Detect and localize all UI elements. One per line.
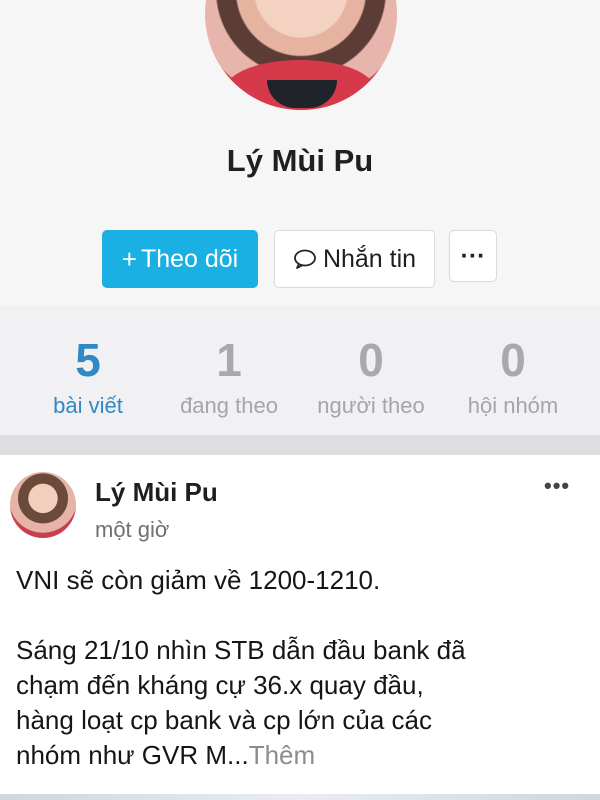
more-options-icon: ···	[460, 241, 486, 270]
post-menu-icon[interactable]: •••	[544, 473, 570, 499]
post-author-name[interactable]: Lý Mùi Pu	[95, 477, 218, 508]
stat-following-label: đang theo	[180, 393, 278, 418]
post-line: hàng loạt cp bank và cp lớn của các	[16, 705, 432, 735]
stat-groups-label: hội nhóm	[467, 393, 559, 418]
stat-posts-label: bài viết	[53, 393, 123, 418]
stat-followers-label: người theo	[317, 393, 425, 418]
stat-groups[interactable]: 0 hội nhóm	[443, 333, 583, 419]
post-line-last: nhóm như GVR M...Thêm	[16, 738, 586, 773]
follow-label: Theo dõi	[140, 244, 239, 273]
message-button[interactable]: Nhắn tin	[274, 230, 435, 288]
message-label: Nhắn tin	[322, 244, 417, 273]
see-more-link[interactable]: Thêm	[249, 740, 315, 770]
stat-posts-value: 5	[75, 334, 101, 386]
post-card: Lý Mùi Pu một giờ ••• VNI sẽ còn giảm về…	[0, 455, 600, 800]
post-line: VNI sẽ còn giảm về 1200-1210.	[16, 565, 381, 595]
stat-groups-value: 0	[500, 334, 526, 386]
more-options-button[interactable]: ···	[449, 230, 497, 282]
stat-followers[interactable]: 0 người theo	[301, 333, 441, 419]
plus-icon: +	[121, 243, 137, 274]
post-line: chạm đến kháng cự 36.x quay đầu,	[16, 670, 424, 700]
post-content: VNI sẽ còn giảm về 1200-1210. Sáng 21/10…	[16, 563, 586, 773]
profile-name: Lý Mùi Pu	[226, 143, 374, 178]
next-post-preview	[0, 794, 600, 800]
follow-button[interactable]: + Theo dõi	[102, 230, 258, 288]
chat-bubble-icon	[294, 249, 316, 269]
post-author-avatar[interactable]	[10, 472, 76, 538]
post-timestamp: một giờ	[95, 517, 170, 542]
stat-followers-value: 0	[358, 334, 384, 386]
post-line-text: nhóm như GVR M...	[16, 740, 249, 770]
stat-following-value: 1	[216, 334, 242, 386]
post-line: Sáng 21/10 nhìn STB dẫn đầu bank đã	[16, 635, 466, 665]
profile-header: Lý Mùi Pu + Theo dõi Nhắn tin ···	[0, 0, 600, 305]
post-paragraph-gap	[16, 598, 586, 633]
profile-stats: 5 bài viết 1 đang theo 0 người theo 0 hộ…	[0, 305, 600, 435]
stat-posts[interactable]: 5 bài viết	[18, 333, 158, 419]
section-divider	[0, 435, 600, 455]
stat-following[interactable]: 1 đang theo	[159, 333, 299, 419]
profile-avatar[interactable]	[205, 0, 397, 110]
